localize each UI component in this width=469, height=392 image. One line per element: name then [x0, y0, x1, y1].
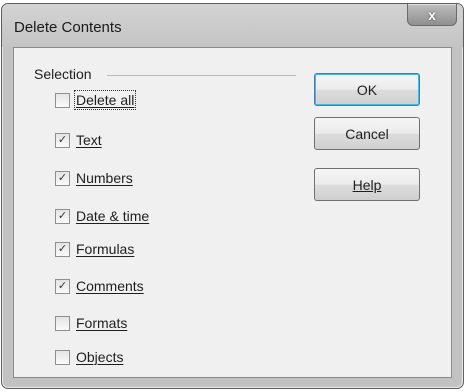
objects-label: Objects	[76, 349, 124, 365]
delete-contents-dialog: Delete Contents x Selection Delete all ✓…	[1, 3, 464, 389]
checkmark-icon: ✓	[57, 209, 68, 222]
option-date-time[interactable]: ✓ Date & time	[55, 205, 149, 227]
dialog-body: Selection Delete all ✓ Text ✓ Numbers ✓ …	[13, 47, 452, 378]
option-formats[interactable]: Formats	[55, 312, 127, 334]
checkmark-icon: ✓	[57, 133, 68, 146]
option-numbers[interactable]: ✓ Numbers	[55, 167, 133, 189]
group-separator	[107, 75, 296, 76]
date-time-label: Date & time	[76, 208, 150, 224]
close-button[interactable]: x	[407, 4, 457, 26]
selection-group-label: Selection	[34, 66, 92, 82]
numbers-label: Numbers	[76, 170, 133, 186]
formulas-label: Formulas	[76, 241, 135, 257]
delete-all-label: Delete all	[73, 90, 137, 110]
ok-button[interactable]: OK	[314, 73, 420, 106]
option-text[interactable]: ✓ Text	[55, 129, 102, 151]
cancel-button-label: Cancel	[345, 125, 389, 142]
text-label: Text	[76, 132, 102, 148]
numbers-checkbox[interactable]: ✓	[55, 170, 70, 186]
checkmark-icon: ✓	[57, 242, 68, 255]
close-icon: x	[428, 6, 436, 23]
option-delete-all[interactable]: Delete all	[55, 89, 137, 111]
checkmark-icon: ✓	[57, 171, 68, 184]
objects-checkbox[interactable]	[55, 349, 70, 365]
help-button-label: Help	[352, 176, 382, 193]
dialog-title: Delete Contents	[14, 19, 122, 36]
comments-label: Comments	[76, 278, 144, 294]
formats-checkbox[interactable]	[55, 315, 70, 331]
formulas-checkbox[interactable]: ✓	[55, 241, 70, 257]
ok-button-label: OK	[356, 81, 378, 98]
option-formulas[interactable]: ✓ Formulas	[55, 238, 134, 260]
date-time-checkbox[interactable]: ✓	[55, 208, 70, 224]
comments-checkbox[interactable]: ✓	[55, 278, 70, 294]
option-objects[interactable]: Objects	[55, 346, 123, 368]
delete-all-checkbox[interactable]	[55, 92, 70, 108]
checkmark-icon: ✓	[57, 279, 68, 292]
text-checkbox[interactable]: ✓	[55, 132, 70, 148]
title-bar[interactable]: Delete Contents x	[2, 4, 463, 47]
cancel-button[interactable]: Cancel	[314, 117, 420, 150]
help-button[interactable]: Help	[314, 168, 420, 201]
formats-label: Formats	[76, 315, 128, 331]
option-comments[interactable]: ✓ Comments	[55, 275, 144, 297]
